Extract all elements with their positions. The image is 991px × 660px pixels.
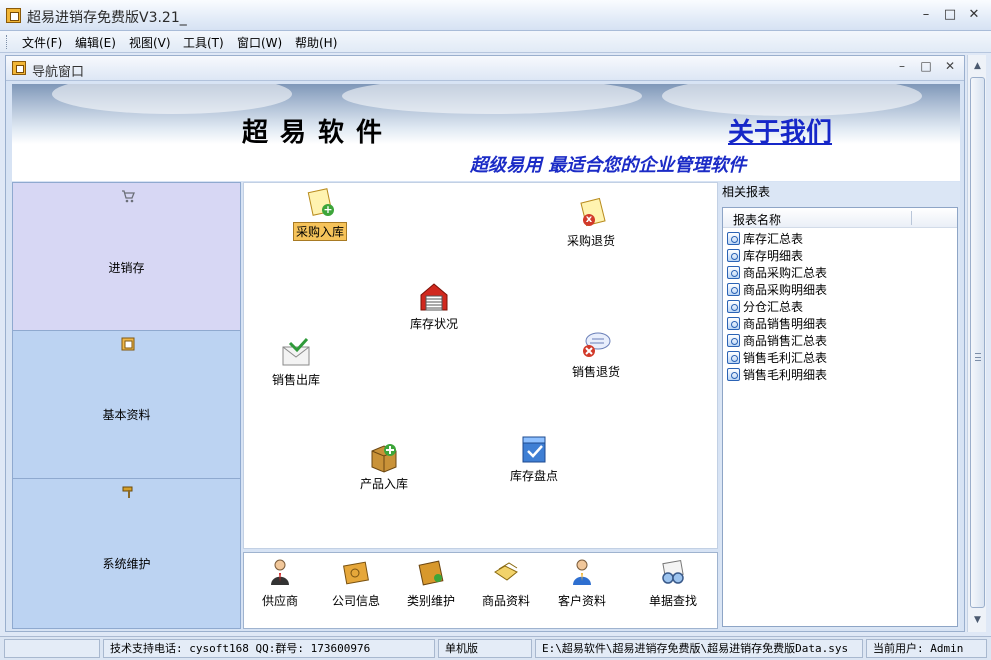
child-minimize-button[interactable]: – <box>893 59 911 73</box>
related-reports-panel: 相关报表 报表名称 库存汇总表 库存明细表 商品采购汇总表 商品采购明细表 分仓… <box>720 182 960 629</box>
reports-list: 报表名称 库存汇总表 库存明细表 商品采购汇总表 商品采购明细表 分仓汇总表 商… <box>722 207 958 627</box>
purchase-return-button[interactable]: x 采购退货 <box>559 197 623 249</box>
report-icon <box>727 300 740 313</box>
status-mode: 单机版 <box>438 639 532 658</box>
nav-category-label: 基本资料 <box>102 408 151 422</box>
nav-category-inventory[interactable]: 进销存 <box>12 182 241 331</box>
quick-supplier[interactable]: 供应商 <box>248 558 312 609</box>
minimize-button[interactable]: – <box>916 6 936 24</box>
menu-edit[interactable]: 编辑(E) <box>75 34 116 51</box>
app-title-bar: 超易进销存免费版V3.21_ – □ ✕ <box>0 0 991 31</box>
navigation-window-title: 导航窗口 <box>32 65 85 80</box>
report-item[interactable]: 库存汇总表 <box>727 230 803 247</box>
about-us-link[interactable]: 关于我们 <box>728 112 832 149</box>
hammer-icon <box>121 485 135 499</box>
category-icon <box>418 558 444 586</box>
sales-out-icon <box>280 337 312 369</box>
menu-file[interactable]: 文件(F) <box>22 34 62 51</box>
app-icon <box>6 8 21 23</box>
stock-check-icon <box>518 433 550 465</box>
menu-grip <box>6 35 9 49</box>
navigation-window: 导航窗口 – □ ✕ 超易软件 关于我们 超级易用 最适合您的企业管理软件 进销… <box>5 55 965 632</box>
report-icon <box>727 368 740 381</box>
report-icon <box>727 232 740 245</box>
menu-tools[interactable]: 工具(T) <box>183 34 224 51</box>
report-icon <box>727 334 740 347</box>
maximize-button[interactable]: □ <box>940 6 960 24</box>
sales-out-button[interactable]: 销售出库 <box>264 337 328 388</box>
supplier-icon <box>267 558 293 586</box>
report-icon <box>727 283 740 296</box>
warehouse-icon <box>418 281 450 313</box>
report-item[interactable]: 商品采购明细表 <box>727 281 827 298</box>
status-path: E:\超易软件\超易进销存免费版\超易进销存免费版Data.sys <box>535 639 863 658</box>
nav-category-label: 系统维护 <box>102 557 151 571</box>
report-item[interactable]: 商品销售明细表 <box>727 315 827 332</box>
stock-status-button[interactable]: 库存状况 <box>399 281 469 332</box>
report-item[interactable]: 销售毛利明细表 <box>727 366 827 383</box>
slogan: 超级易用 最适合您的企业管理软件 <box>470 155 747 176</box>
report-icon <box>727 317 740 330</box>
product-in-button[interactable]: 产品入库 <box>352 441 416 492</box>
report-icon <box>727 351 740 364</box>
stock-check-button[interactable]: 库存盘点 <box>502 433 566 484</box>
product-data-icon <box>493 558 519 586</box>
child-close-button[interactable]: ✕ <box>941 59 959 73</box>
scroll-thumb[interactable] <box>970 77 985 608</box>
quick-category-maintenance[interactable]: 类别维护 <box>399 558 463 609</box>
navigation-window-title-bar: 导航窗口 – □ ✕ <box>6 56 964 81</box>
company-info-icon <box>343 558 369 586</box>
cart-icon <box>121 189 135 203</box>
quick-document-search[interactable]: 单据查找 <box>641 558 705 609</box>
quick-product-data[interactable]: 商品资料 <box>474 558 538 609</box>
scroll-down-button[interactable]: ▼ <box>970 613 985 628</box>
purchase-in-button[interactable]: + 采购入库 <box>288 188 352 241</box>
sales-return-button[interactable]: 销售退货 <box>564 329 628 380</box>
status-support: 技术支持电话: cysoft168 QQ:群号: 173600976 <box>103 639 435 658</box>
purchase-return-icon: x <box>575 197 607 230</box>
reports-column-name: 报表名称 <box>733 213 782 227</box>
report-item[interactable]: 商品采购汇总表 <box>727 264 827 281</box>
quick-company-info[interactable]: 公司信息 <box>324 558 388 609</box>
function-canvas: + 采购入库 x 采购退货 库存状况 销售出库 销售退货 产品入库 库存盘点 <box>243 182 718 549</box>
binoculars-icon <box>660 558 686 586</box>
report-item[interactable]: 销售毛利汇总表 <box>727 349 827 366</box>
purchase-in-icon: + <box>304 188 336 220</box>
folder-icon <box>121 337 135 351</box>
quick-access-bar: 供应商 公司信息 类别维护 商品资料 客户资料 单据查找 <box>243 552 718 629</box>
brand-title: 超易软件 <box>242 118 395 148</box>
menu-help[interactable]: 帮助(H) <box>295 34 337 51</box>
reports-panel-title: 相关报表 <box>722 185 771 199</box>
left-navigation: 进销存 基本资料 系统维护 <box>12 182 242 629</box>
nav-category-maintenance[interactable]: 系统维护 <box>12 478 241 629</box>
status-blank <box>4 639 100 658</box>
report-icon <box>727 249 740 262</box>
window-icon <box>12 61 26 75</box>
nav-category-basic-data[interactable]: 基本资料 <box>12 330 241 479</box>
status-bar: 技术支持电话: cysoft168 QQ:群号: 173600976 单机版 E… <box>0 636 991 660</box>
report-icon <box>727 266 740 279</box>
product-in-icon <box>368 441 400 473</box>
nav-category-label: 进销存 <box>108 261 145 275</box>
sales-return-icon <box>580 329 612 361</box>
menu-window[interactable]: 窗口(W) <box>237 34 282 51</box>
report-item[interactable]: 商品销售汇总表 <box>727 332 827 349</box>
app-title: 超易进销存免费版V3.21_ <box>27 10 187 26</box>
vertical-scrollbar[interactable]: ▲ ▼ <box>967 55 986 632</box>
reports-column-header[interactable]: 报表名称 <box>723 208 957 228</box>
child-maximize-button[interactable]: □ <box>917 59 935 73</box>
menu-view[interactable]: 视图(V) <box>129 34 171 51</box>
quick-customer-data[interactable]: 客户资料 <box>550 558 614 609</box>
report-item[interactable]: 分仓汇总表 <box>727 298 803 315</box>
customer-icon <box>569 558 595 586</box>
report-item[interactable]: 库存明细表 <box>727 247 803 264</box>
close-button[interactable]: ✕ <box>964 6 984 24</box>
menu-bar: 文件(F) 编辑(E) 视图(V) 工具(T) 窗口(W) 帮助(H) <box>0 31 991 53</box>
banner: 超易软件 关于我们 超级易用 最适合您的企业管理软件 <box>12 84 960 181</box>
status-user: 当前用户: Admin <box>866 639 987 658</box>
scroll-up-button[interactable]: ▲ <box>970 59 985 74</box>
